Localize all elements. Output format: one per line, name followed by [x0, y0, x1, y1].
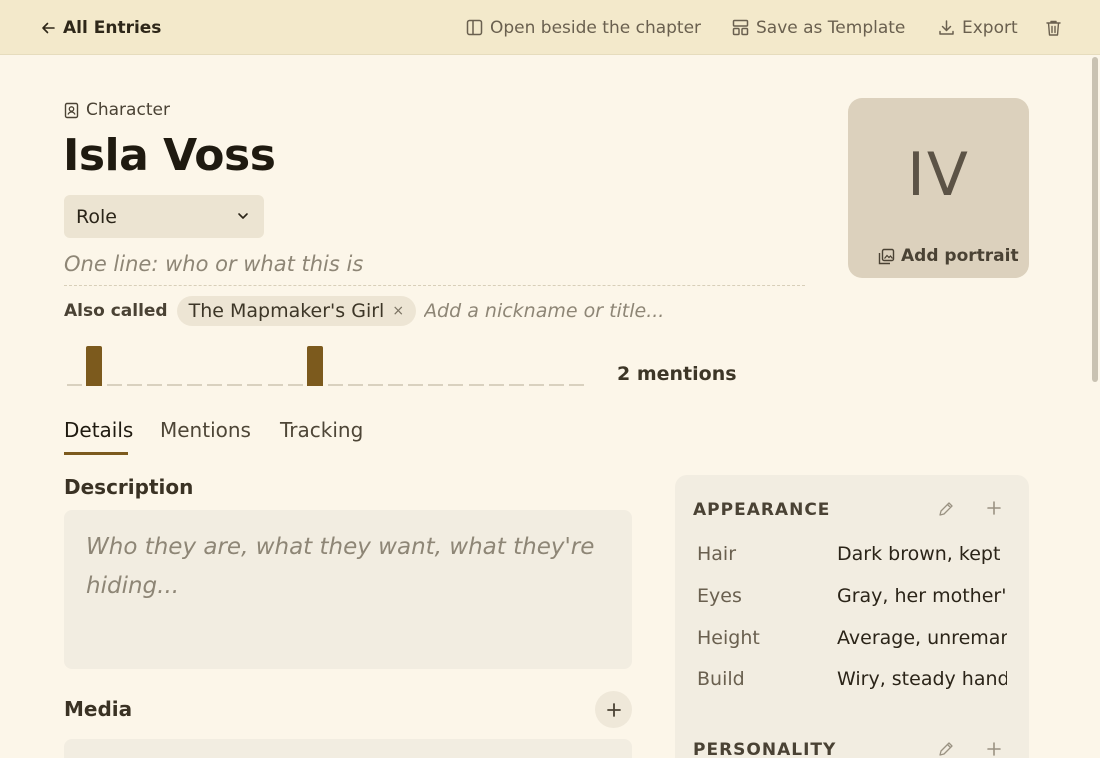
open-beside-chapter-button[interactable]: Open beside the chapter: [466, 0, 701, 55]
role-label: Role: [76, 205, 117, 228]
portrait-card[interactable]: IV Add portrait: [848, 98, 1029, 278]
active-tab-indicator: [64, 452, 128, 455]
mention-slot: [569, 384, 585, 386]
appearance-row-eyes[interactable]: Eyes Gray, her mother's: [697, 585, 1007, 609]
pencil-icon[interactable]: [937, 740, 955, 758]
nickname-input[interactable]: [424, 300, 725, 322]
attribute-value: Average, unremarkable: [837, 627, 1007, 649]
mention-slot: [508, 384, 524, 386]
mention-slot: [167, 384, 183, 386]
back-to-all-entries-button[interactable]: All Entries: [40, 0, 161, 55]
mention-timeline[interactable]: [64, 340, 604, 390]
mention-slot: [368, 384, 384, 386]
appearance-row-hair[interactable]: Hair Dark brown, kept short: [697, 543, 1007, 567]
attribute-key: Build: [697, 668, 745, 690]
appearance-row-build[interactable]: Build Wiry, steady hands: [697, 668, 1007, 692]
tab-tracking[interactable]: Tracking: [280, 418, 363, 442]
mention-slot: [126, 384, 142, 386]
attribute-value: Gray, her mother's: [837, 585, 1007, 607]
media-heading: Media: [64, 697, 133, 721]
open-beside-label: Open beside the chapter: [490, 17, 702, 38]
mention-slot: [207, 384, 223, 386]
mention-slot: [488, 384, 504, 386]
top-toolbar: All Entries Open beside the chapter Save…: [0, 0, 1100, 55]
attribute-key: Height: [697, 627, 760, 649]
back-label: All Entries: [63, 17, 162, 38]
download-icon: [939, 20, 954, 35]
mention-slot: [327, 384, 343, 386]
tab-mentions[interactable]: Mentions: [160, 418, 251, 442]
appearance-row-height[interactable]: Height Average, unremarkable: [697, 627, 1007, 651]
scrollbar-thumb[interactable]: [1092, 57, 1098, 382]
role-dropdown[interactable]: Role: [64, 195, 264, 238]
page-scrollbar[interactable]: [1090, 55, 1100, 758]
arrow-left-icon: [42, 22, 55, 33]
pencil-icon[interactable]: [937, 500, 955, 518]
attribute-key: Eyes: [697, 585, 742, 607]
mention-bar[interactable]: [86, 346, 103, 386]
entry-title[interactable]: Isla Voss: [63, 130, 276, 181]
add-image-icon: [878, 248, 895, 264]
chevron-down-icon: [238, 213, 248, 219]
personality-heading: PERSONALITY: [693, 740, 837, 758]
export-button[interactable]: Export: [938, 0, 1018, 55]
attribute-value: Wiry, steady hands: [837, 668, 1007, 690]
mention-slot: [106, 384, 122, 386]
attributes-panel: APPEARANCE Hair Dark brown, kept short E…: [675, 475, 1029, 758]
add-portrait-button[interactable]: Add portrait: [878, 246, 1019, 266]
mention-slot: [448, 384, 464, 386]
mention-slot: [267, 384, 283, 386]
add-portrait-label: Add portrait: [901, 246, 1019, 266]
mention-slot: [347, 384, 363, 386]
plus-icon: [606, 702, 621, 717]
save-as-template-button[interactable]: Save as Template: [732, 0, 905, 55]
media-area[interactable]: [64, 739, 632, 758]
split-view-icon: [466, 19, 483, 36]
also-called-label: Also called: [64, 301, 168, 321]
remove-alias-icon[interactable]: ×: [392, 303, 404, 319]
mention-slot: [287, 384, 303, 386]
character-card-icon: [64, 102, 79, 118]
alias-chip[interactable]: The Mapmaker's Girl ×: [176, 296, 417, 326]
mention-slot: [146, 384, 162, 386]
oneline-summary-field[interactable]: One line: who or what this is: [64, 248, 805, 286]
delete-entry-button[interactable]: [1045, 0, 1062, 55]
attribute-key: Hair: [697, 543, 737, 565]
entry-type-label: Character: [86, 100, 170, 120]
mention-slot: [528, 384, 544, 386]
description-heading: Description: [64, 475, 194, 499]
template-icon: [732, 19, 749, 36]
mention-slot: [66, 384, 82, 386]
entry-type: Character: [64, 100, 170, 120]
portrait-initials: IV: [907, 140, 970, 210]
mention-count: 2 mentions: [617, 363, 737, 385]
add-media-button[interactable]: [595, 691, 632, 728]
appearance-heading: APPEARANCE: [693, 500, 831, 520]
mention-bar[interactable]: [307, 346, 324, 386]
mention-slot: [408, 384, 424, 386]
plus-icon[interactable]: [986, 500, 1002, 516]
trash-icon: [1046, 20, 1061, 36]
aliases-row: Also called The Mapmaker's Girl ×: [64, 296, 725, 326]
mention-slot: [468, 384, 484, 386]
save-template-label: Save as Template: [756, 17, 906, 38]
export-label: Export: [962, 17, 1018, 38]
mention-slot: [548, 384, 564, 386]
mention-slot: [247, 384, 263, 386]
mention-slot: [428, 384, 444, 386]
attribute-value: Dark brown, kept short: [837, 543, 1007, 565]
tab-details[interactable]: Details: [64, 418, 133, 442]
mention-slot: [388, 384, 404, 386]
plus-icon[interactable]: [986, 741, 1002, 757]
mention-slot: [187, 384, 203, 386]
alias-text: The Mapmaker's Girl: [188, 300, 385, 322]
mention-slot: [227, 384, 243, 386]
description-textarea[interactable]: Who they are, what they want, what they'…: [64, 510, 632, 669]
